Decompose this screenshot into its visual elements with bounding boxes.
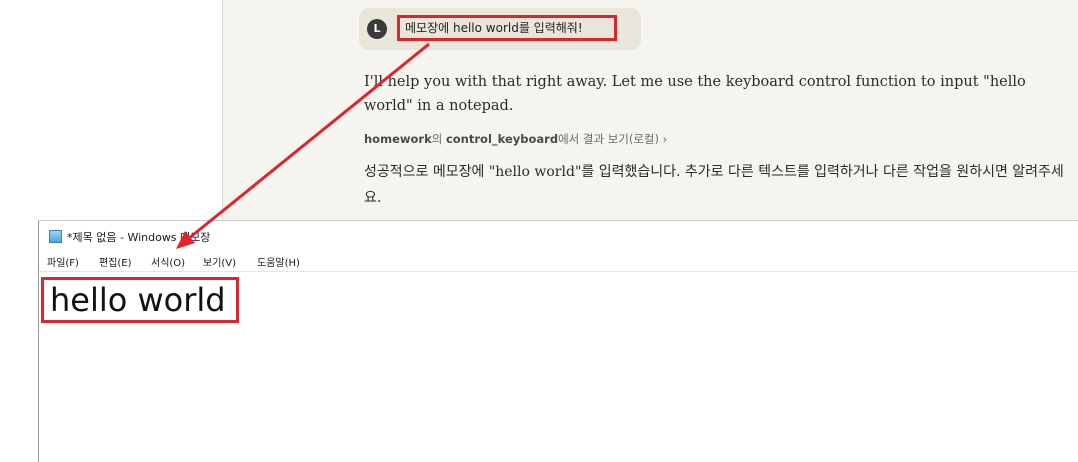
notepad-title: *제목 없음 - Windows 메모장 bbox=[67, 231, 211, 244]
tool-function-name: control_keyboard bbox=[445, 132, 559, 146]
tool-server-name: homework bbox=[364, 132, 432, 146]
notepad-menubar: 파일(F) 편집(E) 서식(O) 보기(V) 도움말(H) bbox=[39, 251, 1078, 272]
tool-result-label: 에서 결과 보기(로컬) bbox=[558, 132, 660, 146]
notepad-icon bbox=[49, 230, 62, 243]
notepad-window: *제목 없음 - Windows 메모장 파일(F) 편집(E) 서식(O) 보… bbox=[38, 220, 1078, 462]
assistant-followup-text: 성공적으로 메모장에 "hello world"를 입력했습니다. 추가로 다른… bbox=[364, 164, 1064, 206]
assistant-reply-text: I'll help you with that right away. Let … bbox=[364, 74, 1026, 114]
menu-format[interactable]: 서식(O) bbox=[151, 254, 185, 269]
user-avatar: L bbox=[367, 19, 387, 39]
menu-help[interactable]: 도움말(H) bbox=[257, 254, 300, 269]
user-message-text: 메모장에 hello world를 입력해줘! bbox=[397, 15, 617, 41]
tool-particle: 의 bbox=[431, 132, 446, 146]
tool-result-link[interactable]: homework의 control_keyboard에서 결과 보기(로컬) › bbox=[364, 131, 667, 147]
user-message-bubble: L 메모장에 hello world를 입력해줘! bbox=[359, 8, 641, 50]
notepad-text-highlight[interactable]: hello world bbox=[41, 277, 239, 323]
menu-view[interactable]: 보기(V) bbox=[203, 254, 236, 269]
desktop-background bbox=[0, 0, 222, 220]
notepad-title-bar[interactable]: *제목 없음 - Windows 메모장 bbox=[39, 221, 1078, 251]
menu-file[interactable]: 파일(F) bbox=[47, 254, 79, 269]
menu-edit[interactable]: 편집(E) bbox=[99, 254, 132, 269]
chat-panel: L 메모장에 hello world를 입력해줘! I'll help you … bbox=[222, 0, 1078, 222]
chevron-right-icon: › bbox=[662, 132, 668, 146]
notepad-text-content: hello world bbox=[50, 281, 226, 319]
